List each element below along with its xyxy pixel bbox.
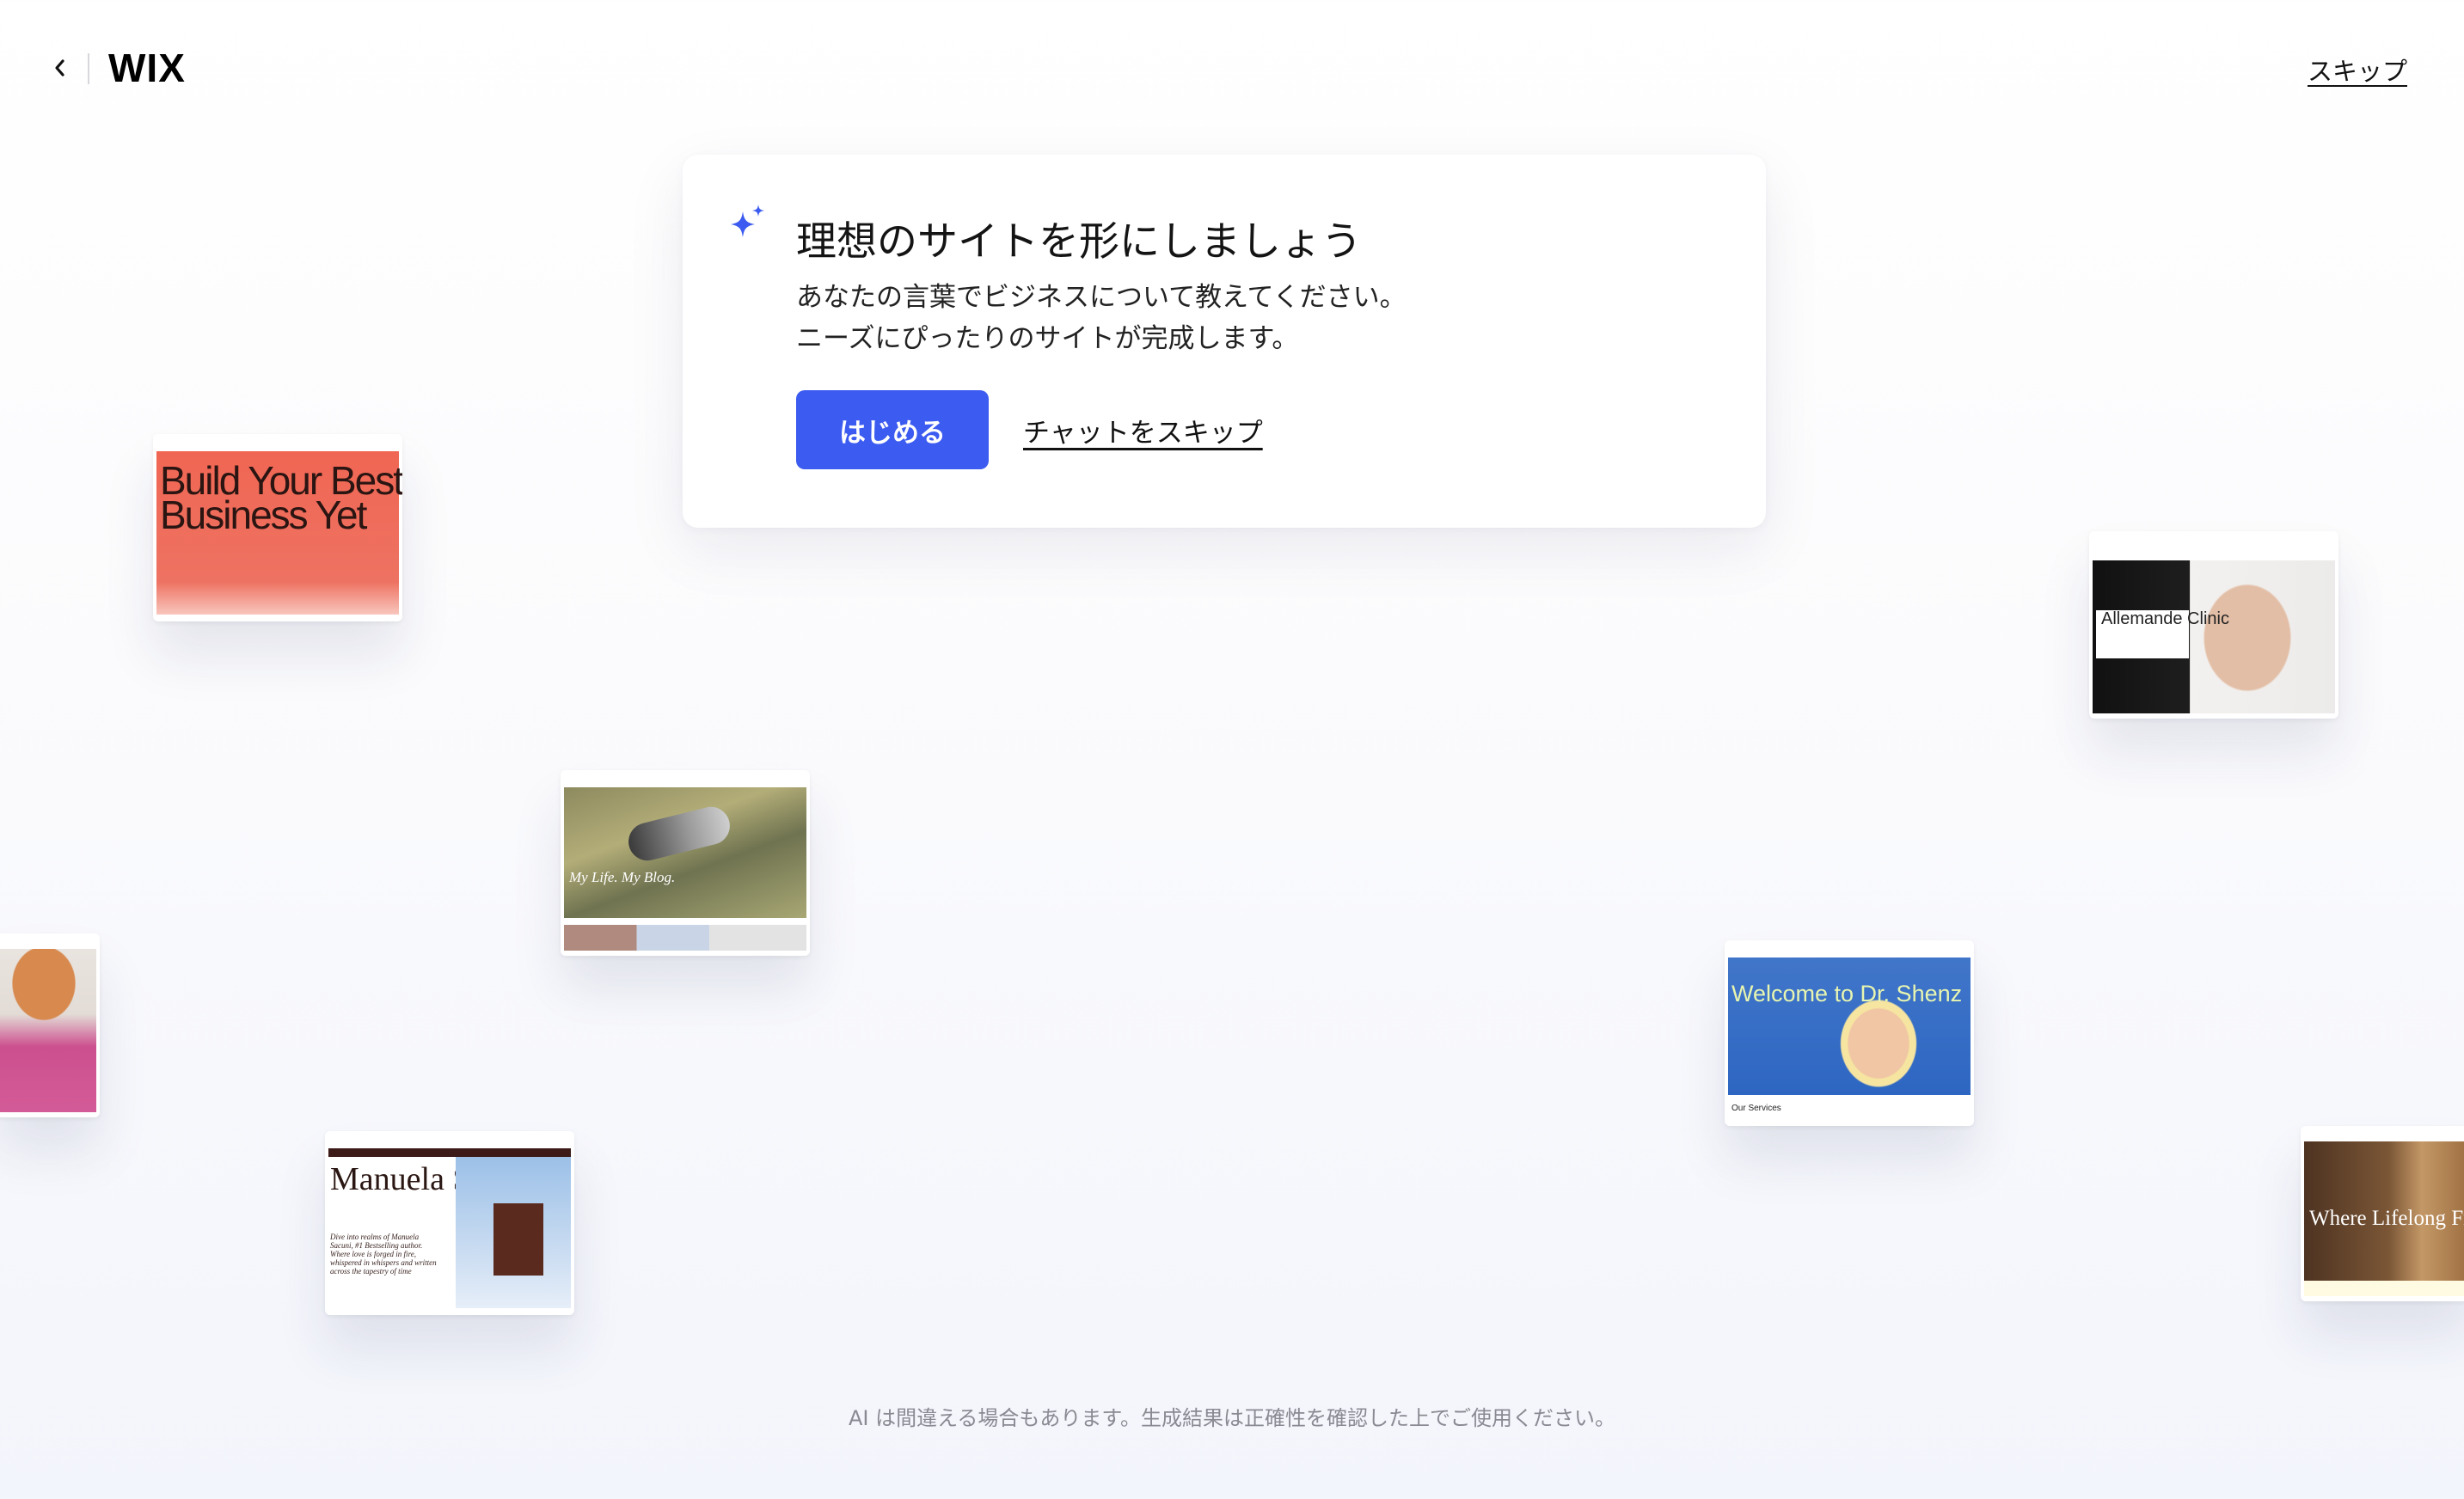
chevron-left-icon xyxy=(55,59,64,76)
thumbnail-topbar xyxy=(328,1148,571,1157)
card-title: 理想のサイトを形にしましょう xyxy=(796,218,1362,266)
skip-chat-link[interactable]: チャットをスキップ xyxy=(1023,411,1263,450)
description-line-2: ニーズにぴったりのサイトが完成します。 xyxy=(796,323,1299,354)
thumbnail-strip xyxy=(564,925,806,951)
thumbnail-headline: Welcome to Dr. Shenz xyxy=(1732,981,1963,1006)
thumbnail-image xyxy=(1728,958,1971,1095)
description-line-1: あなたの言葉でビジネスについて教えてください。 xyxy=(796,282,1407,313)
back-button[interactable] xyxy=(45,50,76,86)
ai-onboarding-card: 理想のサイトを形にしましょう あなたの言葉でビジネスについて教えてください。 ニ… xyxy=(683,155,1766,528)
skip-link[interactable]: スキップ xyxy=(2308,52,2407,88)
sparkle-icon xyxy=(731,205,764,237)
template-thumbnail-doctor: Welcome to Dr. Shenz Our Services xyxy=(1725,940,1974,1126)
thumbnail-blurb: Dive into realms of Manuela Sacuni, #1 B… xyxy=(330,1233,437,1276)
thumbnail-footer xyxy=(2304,1281,2464,1296)
template-thumbnail-pets: Where Lifelong Friendship Begins xyxy=(2301,1126,2464,1301)
thumbnail-book xyxy=(493,1203,543,1276)
thumbnail-headline: Build Your Best Business Yet xyxy=(160,458,402,537)
header-divider xyxy=(88,53,89,84)
template-thumbnail-blog: My Life. My Blog. xyxy=(561,770,810,956)
ai-disclaimer: AI は間違える場合もあります。生成結果は正確性を確認した上でご使用ください。 xyxy=(848,1406,1615,1430)
card-description: あなたの言葉でビジネスについて教えてください。 ニーズにぴったりのサイトが完成し… xyxy=(796,277,1407,359)
template-thumbnail-clinic: Allemande Clinic xyxy=(2089,531,2338,719)
template-thumbnail-portrait xyxy=(0,933,100,1117)
thumbnail-headline: Where Lifelong Friendship Begins xyxy=(2309,1207,2464,1230)
thumbnail-headline: My Life. My Blog. xyxy=(569,869,676,885)
thumbnail-headline: Allemande Clinic xyxy=(2101,609,2229,628)
thumbnail-subheading: Our Services xyxy=(1732,1104,1781,1113)
template-thumbnail-author: Manuela Sacuni Dive into realms of Manue… xyxy=(325,1131,574,1315)
start-button[interactable]: はじめる xyxy=(796,390,989,469)
template-thumbnail-business: Build Your Best Business Yet xyxy=(153,434,402,621)
thumbnail-image xyxy=(564,787,806,918)
thumbnail-image xyxy=(0,949,96,1112)
wix-logo: WIX xyxy=(108,46,186,90)
